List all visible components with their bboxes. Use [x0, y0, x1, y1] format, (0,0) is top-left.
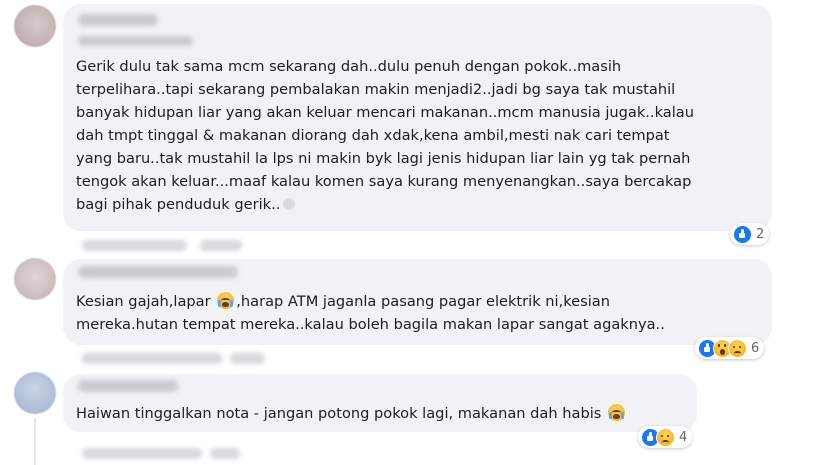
reaction-count: 4: [679, 429, 688, 445]
comment-text: Haiwan tinggalkan nota - jangan potong p…: [76, 402, 696, 425]
comment-actions-redacted[interactable]: [230, 353, 265, 364]
comment-text-part1: Kesian gajah,lapar: [76, 293, 216, 310]
comment-actions-redacted[interactable]: [82, 240, 187, 251]
thread-line: [34, 418, 36, 465]
author-name-redacted[interactable]: [78, 380, 178, 392]
crying-face-icon: [608, 404, 625, 421]
comment-text: Kesian gajah,lapar ,harap ATM jaganla pa…: [76, 290, 766, 336]
author-name-redacted-line: [78, 36, 193, 46]
avatar[interactable]: [14, 258, 56, 300]
reaction-summary[interactable]: 4: [638, 426, 693, 448]
comment-actions-redacted[interactable]: [82, 448, 202, 459]
reaction-count: 2: [756, 226, 765, 242]
comment-actions-redacted[interactable]: [200, 240, 242, 251]
comment-text: Gerik dulu tak sama mcm sekarang dah..du…: [76, 55, 766, 216]
reaction-count: 6: [751, 340, 760, 356]
author-name-redacted[interactable]: [78, 266, 238, 278]
author-name-redacted[interactable]: [78, 14, 158, 26]
comment-actions-redacted[interactable]: [82, 353, 222, 364]
comment-text-part2: ,harap ATM jaganla pasang pagar elektrik…: [236, 293, 611, 310]
comment-text-line2: mereka.hutan tempat mereka..kalau boleh …: [76, 316, 665, 333]
avatar[interactable]: [14, 372, 56, 414]
comment-text-body: Haiwan tinggalkan nota - jangan potong p…: [76, 405, 606, 422]
comment-text-body: Gerik dulu tak sama mcm sekarang dah..du…: [76, 58, 694, 213]
comment-actions-redacted[interactable]: [210, 448, 240, 459]
like-icon: [733, 224, 752, 244]
reaction-summary[interactable]: 2: [730, 223, 770, 245]
sad-icon: [656, 427, 675, 447]
more-icon: [283, 198, 296, 210]
sad-icon: [728, 338, 747, 358]
crying-face-icon: [217, 292, 235, 309]
avatar[interactable]: [14, 5, 56, 47]
reaction-summary[interactable]: 6: [695, 337, 765, 359]
